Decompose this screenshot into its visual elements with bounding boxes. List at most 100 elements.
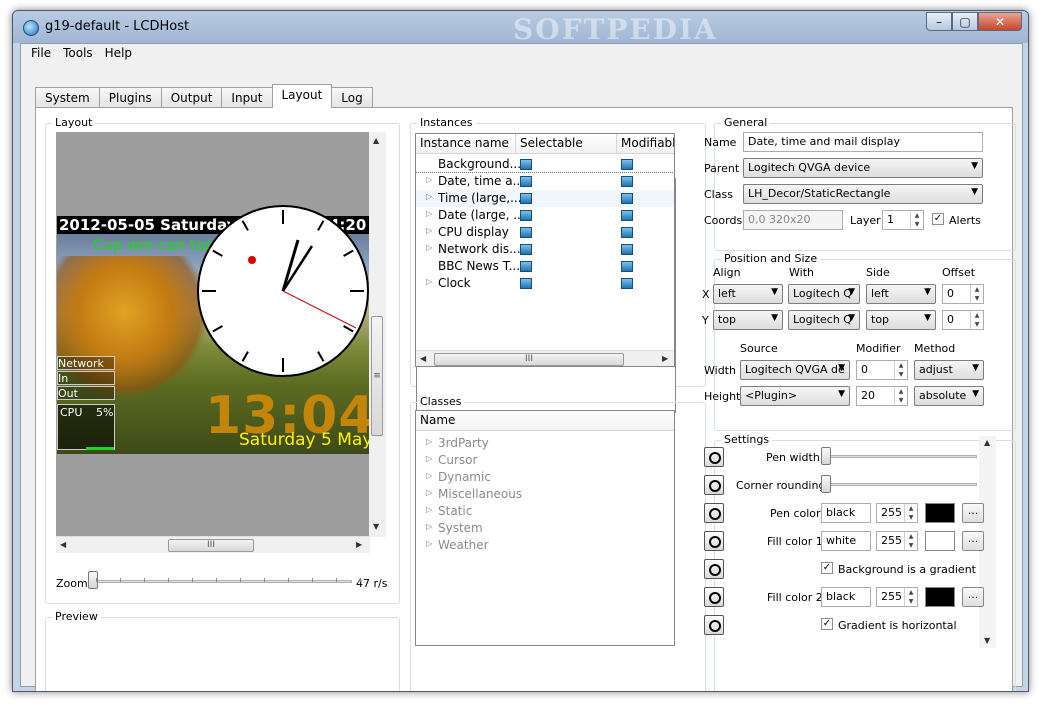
y-side-combo[interactable]: top ▼: [866, 310, 936, 330]
instance-row[interactable]: Background...: [416, 156, 674, 173]
tab-log[interactable]: Log: [331, 87, 373, 108]
tab-layout[interactable]: Layout: [271, 84, 333, 108]
pen-width-bind-button[interactable]: [704, 447, 724, 467]
instance-row[interactable]: ▷ Network dis...: [416, 241, 674, 258]
modifiable-indicator[interactable]: [621, 159, 633, 170]
pen-width-slider[interactable]: [822, 455, 977, 458]
expand-arrow-icon[interactable]: ▷: [426, 505, 432, 514]
selectable-indicator[interactable]: [520, 278, 532, 289]
instance-row[interactable]: ▷ Time (large,...: [416, 190, 674, 207]
expand-arrow-icon[interactable]: ▷: [426, 522, 432, 531]
expand-arrow-icon[interactable]: ▷: [426, 454, 432, 463]
width-source-combo[interactable]: Logitech QVGA de ▼: [740, 360, 850, 380]
class-row[interactable]: ▷ System: [416, 520, 674, 537]
expand-arrow-icon[interactable]: ▷: [426, 471, 432, 480]
y-with-combo[interactable]: Logitech Q ▼: [788, 310, 860, 330]
corner-rounding-slider[interactable]: [822, 483, 977, 486]
layout-hscroll[interactable]: ◀ III ▶: [56, 536, 370, 553]
expand-arrow-icon[interactable]: ▷: [426, 192, 432, 201]
instance-row[interactable]: ▷ Date, time a...: [416, 172, 674, 191]
layout-vscroll[interactable]: ▲ ≡ ▼: [369, 132, 386, 537]
selectable-indicator[interactable]: [520, 159, 532, 170]
layout-hscroll-thumb[interactable]: III: [168, 539, 254, 552]
instance-row[interactable]: BBC News T...: [416, 258, 674, 275]
layer-spinner[interactable]: 1 ▲ ▼: [882, 210, 924, 230]
class-row[interactable]: ▷ Cursor: [416, 452, 674, 469]
pen-color-picker-button[interactable]: ...: [962, 503, 984, 523]
modifiable-indicator[interactable]: [621, 193, 633, 204]
expand-arrow-icon[interactable]: ▷: [426, 437, 432, 446]
expand-arrow-icon[interactable]: ▷: [426, 277, 432, 286]
width-method-combo[interactable]: adjust ▼: [914, 360, 984, 380]
class-row[interactable]: ▷ Miscellaneous: [416, 486, 674, 503]
selectable-indicator[interactable]: [520, 210, 532, 221]
y-offset-spinner[interactable]: 0 ▲ ▼: [942, 310, 984, 330]
close-button[interactable]: ✕: [978, 12, 1022, 31]
height-source-combo[interactable]: <Plugin> ▼: [740, 386, 850, 406]
horizontal-bind-button[interactable]: [704, 615, 724, 635]
expand-arrow-icon[interactable]: ▷: [426, 175, 432, 184]
fill2-bind-button[interactable]: [704, 587, 724, 607]
y-align-combo[interactable]: top ▼: [713, 310, 783, 330]
fill-color-1-input[interactable]: white: [821, 531, 871, 551]
class-row[interactable]: ▷ Weather: [416, 537, 674, 554]
modifiable-indicator[interactable]: [621, 227, 633, 238]
corner-bind-button[interactable]: [704, 475, 724, 495]
pen-width-thumb[interactable]: [821, 447, 831, 465]
col-instance-name[interactable]: Instance name: [420, 136, 509, 150]
class-row[interactable]: ▷ Dynamic: [416, 469, 674, 486]
fill-color-2-swatch[interactable]: [925, 587, 955, 607]
layout-vscroll-thumb[interactable]: ≡: [371, 316, 383, 436]
maximize-button[interactable]: ▢: [952, 12, 978, 31]
x-with-combo[interactable]: Logitech Q ▼: [788, 284, 860, 304]
menu-help[interactable]: Help: [99, 44, 138, 66]
instance-row[interactable]: ▷ CPU display: [416, 224, 674, 241]
modifiable-indicator[interactable]: [621, 261, 633, 272]
gradient-checkbox[interactable]: ✓: [821, 562, 833, 574]
col-modifiable[interactable]: Modifiable: [621, 136, 674, 150]
fill-color-2-picker-button[interactable]: ...: [962, 587, 984, 607]
selectable-indicator[interactable]: [520, 176, 532, 187]
fill-color-1-alpha-spinner[interactable]: 255 ▲ ▼: [876, 531, 918, 551]
fill1-bind-button[interactable]: [704, 531, 724, 551]
menu-tools[interactable]: Tools: [57, 44, 99, 66]
col-selectable[interactable]: Selectable: [520, 136, 583, 150]
modifiable-indicator[interactable]: [621, 278, 633, 289]
class-row[interactable]: ▷ 3rdParty: [416, 435, 674, 452]
tab-system[interactable]: System: [35, 87, 100, 108]
selectable-indicator[interactable]: [520, 261, 532, 272]
fill-color-2-input[interactable]: black: [821, 587, 871, 607]
expand-arrow-icon[interactable]: ▷: [426, 243, 432, 252]
fill-color-1-swatch[interactable]: [925, 531, 955, 551]
pen-color-swatch[interactable]: [925, 503, 955, 523]
expand-arrow-icon[interactable]: ▷: [426, 488, 432, 497]
alerts-checkbox[interactable]: ✓: [932, 213, 944, 225]
selectable-indicator[interactable]: [520, 227, 532, 238]
height-method-combo[interactable]: absolute ▼: [914, 386, 984, 406]
pen-color-input[interactable]: black: [821, 503, 871, 523]
class-combo[interactable]: LH_Decor/StaticRectangle ▼: [743, 184, 983, 204]
expand-arrow-icon[interactable]: ▷: [426, 539, 432, 548]
title-bar[interactable]: g19-default - LCDHost SOFTPEDIA – ▢ ✕: [13, 11, 1028, 46]
instances-hscroll-thumb[interactable]: III: [434, 353, 624, 366]
tab-plugins[interactable]: Plugins: [98, 87, 162, 108]
pen-color-bind-button[interactable]: [704, 503, 724, 523]
expand-arrow-icon[interactable]: ▷: [426, 226, 432, 235]
x-offset-spinner[interactable]: 0 ▲ ▼: [942, 284, 984, 304]
horizontal-checkbox[interactable]: ✓: [821, 618, 833, 630]
x-side-combo[interactable]: left ▼: [866, 284, 936, 304]
x-align-combo[interactable]: left ▼: [713, 284, 783, 304]
minimize-button[interactable]: –: [926, 12, 952, 31]
zoom-slider-track[interactable]: [92, 580, 352, 583]
class-row[interactable]: ▷ Static: [416, 503, 674, 520]
pen-color-alpha-spinner[interactable]: 255 ▲ ▼: [876, 503, 918, 523]
selectable-indicator[interactable]: [520, 193, 532, 204]
parent-combo[interactable]: Logitech QVGA device ▼: [743, 158, 983, 178]
selectable-indicator[interactable]: [520, 244, 532, 255]
instance-row[interactable]: ▷ Clock: [416, 275, 674, 292]
modifiable-indicator[interactable]: [621, 176, 633, 187]
width-modifier-spinner[interactable]: 0 ▲ ▼: [856, 360, 908, 380]
name-input[interactable]: Date, time and mail display: [743, 132, 983, 152]
modifiable-indicator[interactable]: [621, 244, 633, 255]
modifiable-indicator[interactable]: [621, 210, 633, 221]
